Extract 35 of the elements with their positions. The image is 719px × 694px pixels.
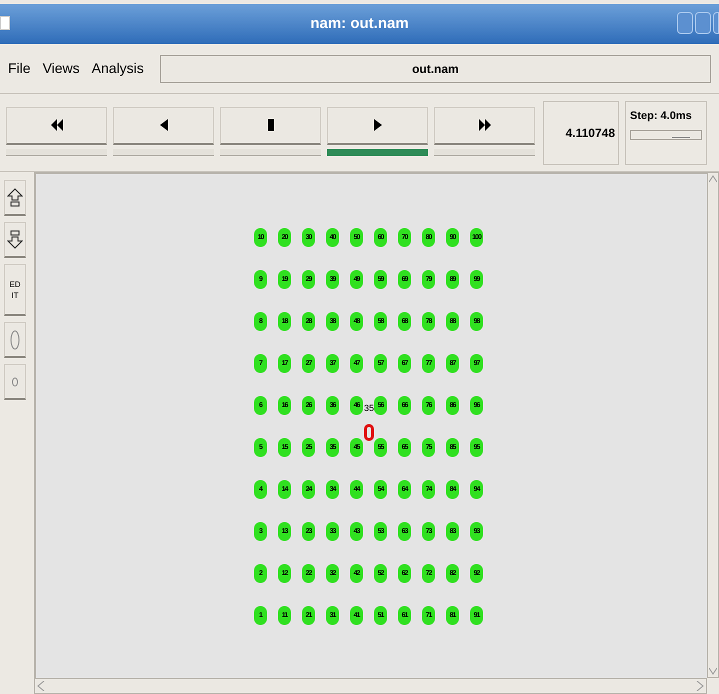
minimize-button[interactable] — [677, 12, 693, 34]
edit-button[interactable]: EDIT — [4, 264, 26, 316]
transport-button[interactable] — [327, 106, 428, 158]
transport-button[interactable] — [6, 106, 107, 158]
tool-button[interactable] — [4, 222, 26, 258]
circle-icon — [10, 330, 20, 350]
menu-item[interactable]: Views — [42, 58, 80, 79]
scroll-right-icon[interactable] — [696, 681, 704, 691]
horizontal-scrollbar[interactable] — [34, 678, 707, 694]
window-icon — [0, 16, 10, 30]
fast-forward-icon — [478, 119, 490, 131]
maximize-button[interactable] — [695, 12, 711, 34]
step-label: Step: 4.0ms — [630, 108, 693, 124]
zoom-out-icon — [7, 230, 23, 250]
rewind-icon — [50, 119, 62, 131]
step-slider[interactable] — [630, 130, 702, 140]
time-display: 4.110748 — [543, 100, 619, 164]
scroll-down-icon[interactable] — [709, 667, 717, 675]
file-name-field: out.nam — [160, 54, 711, 82]
reverse-icon — [158, 119, 170, 131]
circle-icon — [11, 376, 19, 386]
node-caption: 35 — [364, 404, 374, 413]
transport-button[interactable] — [113, 106, 214, 158]
menu-item[interactable]: Analysis — [92, 58, 144, 79]
close-button[interactable] — [713, 12, 719, 34]
vertical-scrollbar[interactable] — [707, 172, 719, 678]
play-icon — [372, 119, 384, 131]
menu-item[interactable]: File — [8, 58, 31, 79]
scroll-up-icon[interactable] — [709, 175, 717, 183]
transport-button[interactable] — [220, 106, 321, 158]
zoom-in-icon — [7, 188, 23, 208]
transport-button[interactable] — [434, 106, 535, 158]
window-title: nam: out.nam — [310, 14, 409, 34]
tool-button[interactable] — [4, 180, 26, 216]
scroll-left-icon[interactable] — [37, 681, 45, 691]
